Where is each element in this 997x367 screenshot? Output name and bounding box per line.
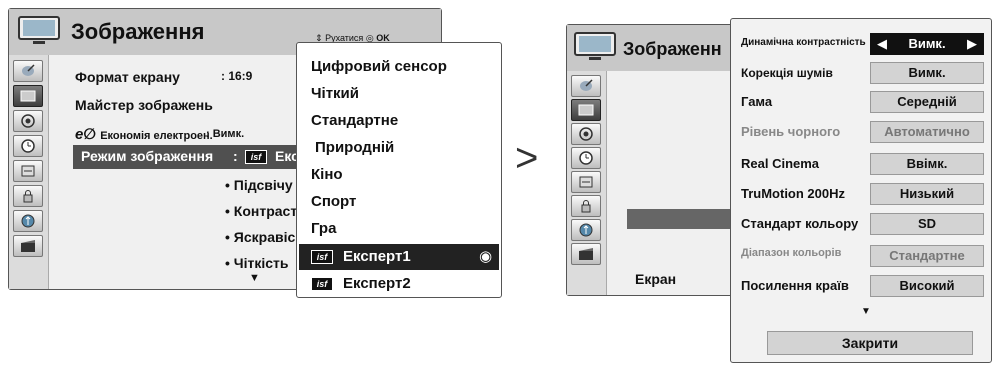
- picture-mode-popup: Цифровий сенсор Чіткий Стандартне Природ…: [296, 42, 502, 298]
- scroll-down-icon[interactable]: ▼: [249, 272, 260, 284]
- selected-radio-icon: ◉: [479, 248, 493, 265]
- setting-value-black-level: Автоматично: [870, 121, 984, 143]
- menu-item-picture-mode[interactable]: Режим зображення : isf Екс: [73, 145, 313, 169]
- close-button[interactable]: Закрити: [767, 331, 973, 355]
- movie-icon[interactable]: [13, 235, 43, 257]
- menu-item-value: : 16:9: [221, 69, 253, 83]
- popup-item-label: Експерт2: [343, 275, 411, 292]
- sub-item-contrast[interactable]: • Контраст: [225, 203, 297, 219]
- eco-icon: e∅: [75, 126, 97, 143]
- arrow-right-icon[interactable]: ▶: [967, 34, 977, 54]
- scroll-down-icon[interactable]: ▼: [861, 306, 871, 317]
- lock-icon[interactable]: [13, 185, 43, 207]
- setting-label-black-level: Рівень чорного: [741, 124, 841, 139]
- popup-item-expert1[interactable]: isf Експерт1 ◉: [299, 244, 499, 270]
- tv-icon: [573, 31, 617, 63]
- option-icon[interactable]: [13, 160, 43, 182]
- setting-label-color-standard: Стандарт кольору: [741, 216, 859, 231]
- clock-icon[interactable]: [13, 135, 43, 157]
- popup-item-label: Експерт1: [343, 248, 411, 265]
- movie-icon[interactable]: [571, 243, 601, 265]
- isf-icon: isf: [245, 150, 267, 164]
- setting-label-gamma: Гама: [741, 94, 773, 109]
- popup-item-vivid[interactable]: Чіткий: [311, 85, 359, 102]
- menu-item-label: Формат екрану: [75, 69, 180, 85]
- setting-label-real-cinema: Real Cinema: [741, 156, 820, 171]
- setting-value: Вимк.: [908, 36, 946, 51]
- usb-icon[interactable]: [571, 219, 601, 241]
- lock-icon[interactable]: [571, 195, 601, 217]
- setting-value-noise-reduction[interactable]: Вимк.: [870, 62, 984, 84]
- popup-item-expert2[interactable]: isf Експерт2: [299, 272, 499, 296]
- popup-item-sport[interactable]: Спорт: [311, 193, 356, 210]
- sub-item-backlight[interactable]: • Підсвічу: [225, 177, 293, 193]
- isf-icon: isf: [311, 277, 333, 291]
- right-screen: Зображенн Екран: [566, 24, 754, 296]
- picture-icon[interactable]: [571, 99, 601, 121]
- setting-label-edge-enhancer: Посилення країв: [741, 278, 849, 293]
- page-title: Зображенн: [623, 39, 722, 59]
- settings-panel: Динамічна контрастність ◀ Вимк. ▶ Корекц…: [730, 18, 992, 363]
- setting-value-real-cinema[interactable]: Ввімк.: [870, 153, 984, 175]
- audio-icon[interactable]: [13, 110, 43, 132]
- popup-item-standard[interactable]: Стандартне: [311, 112, 398, 129]
- popup-item-cinema[interactable]: Кіно: [311, 166, 343, 183]
- transition-arrow-icon: >: [515, 136, 539, 180]
- setting-label-dynamic-contrast: Динамічна контрастність: [741, 37, 866, 48]
- menu-item-screen-format[interactable]: Формат екрану: [75, 69, 180, 85]
- menu-item-picture-wizard[interactable]: Майстер зображень: [75, 97, 213, 113]
- satellite-dish-icon[interactable]: [571, 75, 601, 97]
- clock-icon[interactable]: [571, 147, 601, 169]
- setting-value-dynamic-contrast[interactable]: ◀ Вимк. ▶: [870, 33, 984, 55]
- arrow-left-icon[interactable]: ◀: [877, 34, 887, 54]
- menu-item-value: : Вимк.: [206, 128, 245, 140]
- setting-value-gamma[interactable]: Середній: [870, 91, 984, 113]
- sub-item-sharpness[interactable]: • Чіткість: [225, 255, 289, 271]
- isf-icon: isf: [311, 250, 333, 264]
- menu-item-value-colon: :: [233, 148, 238, 164]
- setting-label-color-gamut: Діапазон кольорів: [741, 247, 842, 259]
- tv-icon: [17, 15, 61, 47]
- setting-label-trumotion: TruMotion 200Hz: [741, 186, 846, 201]
- setting-label-noise-reduction: Корекція шумів: [741, 66, 833, 80]
- setting-value-trumotion[interactable]: Низький: [870, 183, 984, 205]
- audio-icon[interactable]: [571, 123, 601, 145]
- menu-item-label: Режим зображення: [81, 148, 214, 164]
- setting-value-edge-enhancer[interactable]: Високий: [870, 275, 984, 297]
- right-title-bar: Зображенн: [567, 25, 753, 71]
- highlighted-menu-bar[interactable]: [627, 209, 737, 229]
- setting-value-color-gamut: Стандартне: [870, 245, 984, 267]
- right-sidebar: [567, 71, 607, 295]
- setting-value-color-standard[interactable]: SD: [870, 213, 984, 235]
- menu-item-label: Економія електроен.: [100, 130, 213, 142]
- satellite-dish-icon[interactable]: [13, 60, 43, 82]
- usb-icon[interactable]: [13, 210, 43, 232]
- left-sidebar: [9, 55, 49, 289]
- popup-item-eye-sensor[interactable]: Цифровий сенсор: [311, 58, 447, 75]
- page-title: Зображення: [71, 19, 205, 44]
- popup-item-natural[interactable]: Природній: [315, 139, 394, 156]
- menu-item-energy-saving[interactable]: e∅ Економія електроен.: [75, 125, 213, 143]
- option-icon[interactable]: [571, 171, 601, 193]
- picture-icon[interactable]: [13, 85, 43, 107]
- sub-item-brightness[interactable]: • Яскравіс: [225, 229, 295, 245]
- menu-item-screen[interactable]: Екран: [635, 271, 676, 287]
- popup-item-game[interactable]: Гра: [311, 220, 336, 237]
